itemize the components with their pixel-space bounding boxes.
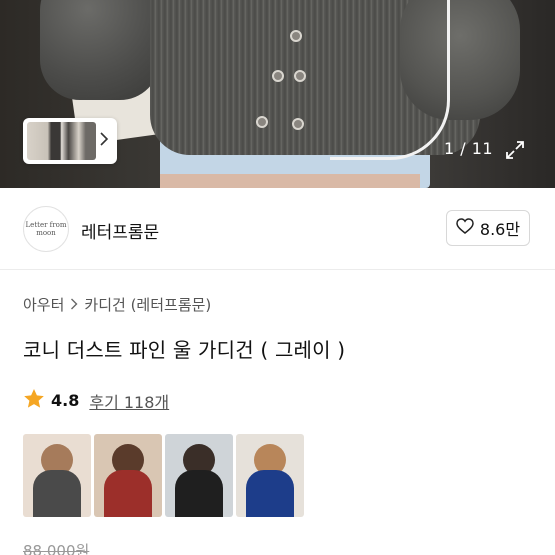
star-icon (23, 388, 45, 413)
like-count: 8.6만 (479, 220, 521, 239)
breadcrumb-item-outer[interactable]: 아우터 (23, 294, 64, 315)
product-main-image[interactable]: 1 / 11 (0, 0, 555, 188)
chevron-right-icon[interactable] (96, 132, 113, 150)
heart-outline-icon (456, 218, 474, 238)
skin-graphic (160, 174, 420, 188)
gallery-thumbnail[interactable] (27, 122, 96, 160)
cardigan-sleeve-left (40, 0, 160, 100)
cardigan-button (256, 116, 268, 128)
shop-name[interactable]: 레터프롬문 (81, 218, 159, 243)
gallery-counter: 1 / 11 (444, 139, 494, 158)
product-rating: 4.8 후기 118개 (23, 388, 169, 413)
review-photo[interactable] (23, 434, 91, 517)
cardigan-button (290, 30, 302, 42)
breadcrumb-item-cardigan[interactable]: 카디건 (레터프롬문) (84, 294, 211, 315)
review-photo[interactable] (165, 434, 233, 517)
breadcrumb: 아우터 카디건 (레터프롬문) (23, 294, 211, 315)
gallery-thumbnail-strip[interactable] (23, 118, 117, 164)
earphone-cord-graphic (330, 0, 450, 160)
review-photo-figure (175, 470, 223, 517)
shop-logo[interactable]: Letter from moon (23, 206, 69, 252)
product-title: 코니 더스트 파인 울 가디건 ( 그레이 ) (23, 338, 346, 362)
review-photo[interactable] (94, 434, 162, 517)
review-photo-figure (246, 470, 294, 517)
review-photo[interactable] (236, 434, 304, 517)
shop-logo-text: Letter from moon (25, 221, 67, 237)
chevron-right-icon (70, 296, 78, 314)
rating-score: 4.8 (51, 391, 80, 410)
cardigan-button (292, 118, 304, 130)
review-photo-figure (33, 470, 81, 517)
shop-row: Letter from moon 레터프롬문 8.6만 (0, 188, 555, 270)
cardigan-button (272, 70, 284, 82)
original-price: 88,000원 (23, 542, 90, 555)
review-photo-list (23, 434, 304, 517)
review-photo-figure (104, 470, 152, 517)
cardigan-button (294, 70, 306, 82)
expand-icon[interactable] (505, 140, 525, 160)
reviews-link[interactable]: 후기 118개 (89, 389, 169, 413)
like-button[interactable]: 8.6만 (446, 210, 530, 246)
